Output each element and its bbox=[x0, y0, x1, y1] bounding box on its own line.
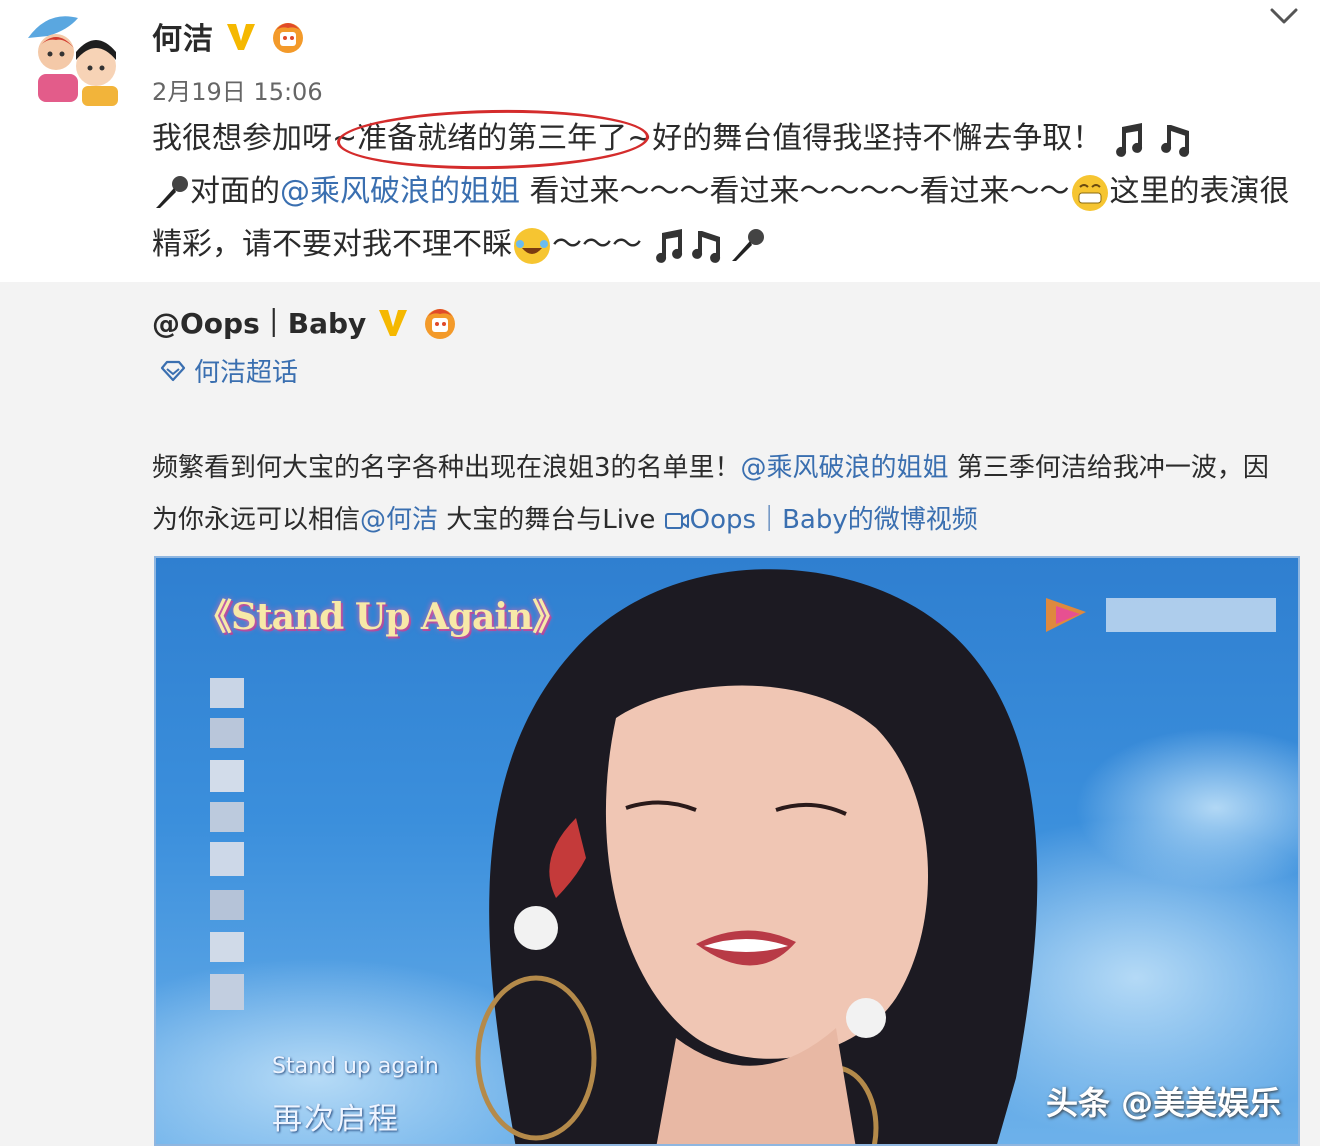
author-name[interactable]: 何洁 bbox=[152, 14, 214, 58]
circled-highlight: 准备就绪的第三年了 bbox=[357, 112, 627, 165]
microphone-icon bbox=[156, 175, 188, 208]
text-segment: 看过来～～～看过来～～～～看过来～～ bbox=[520, 174, 1070, 209]
text-segment: 大宝的舞台与Live bbox=[438, 505, 664, 535]
mention-link[interactable]: @乘风破浪的姐姐 bbox=[280, 174, 520, 209]
mention-link[interactable]: @何洁 bbox=[360, 505, 438, 535]
grin-emoji-icon bbox=[1071, 174, 1108, 211]
subtitle-chinese: 再次启程 bbox=[272, 1102, 400, 1137]
music-notes-icon bbox=[1161, 124, 1190, 157]
repost-author-name[interactable]: @Oops｜Baby bbox=[152, 302, 366, 342]
super-topic-label: 何洁超话 bbox=[194, 358, 299, 388]
fan-medal-icon bbox=[273, 23, 303, 53]
microphone-icon bbox=[731, 228, 764, 261]
super-topic-link[interactable]: 何洁超话 bbox=[160, 352, 298, 389]
mention-link[interactable]: @乘风破浪的姐姐 bbox=[741, 453, 949, 483]
fan-medal-icon bbox=[425, 309, 456, 339]
text-segment: ~好的舞台值得我坚持不懈去争取！ bbox=[627, 121, 1103, 156]
watermark: 头条 @美美娱乐 bbox=[1046, 1084, 1282, 1122]
repost-text: 频繁看到何大宝的名字各种出现在浪姐3的名单里！@乘风破浪的姐姐 第三季何洁给我冲… bbox=[152, 442, 1272, 546]
music-note-icon bbox=[1115, 122, 1142, 157]
author-row: 何洁 bbox=[152, 14, 308, 58]
weibo-post: 何洁 2月19日 15:06 我很想参加呀~准备就绪的第三年了~好的舞台值得我坚… bbox=[0, 0, 1320, 282]
video-title: 《Stand Up Again》 bbox=[196, 596, 568, 638]
laugh-cry-emoji-icon bbox=[514, 227, 550, 264]
subtitle-english: Stand up again bbox=[272, 1054, 439, 1079]
diamond-icon bbox=[160, 360, 186, 381]
chevron-down-icon[interactable] bbox=[1266, 4, 1302, 28]
video-icon bbox=[664, 512, 689, 529]
text-segment: 我很想参加呀~ bbox=[152, 121, 358, 156]
post-timestamp[interactable]: 2月19日 15:06 bbox=[152, 72, 323, 107]
repost-author-row: @Oops｜Baby bbox=[152, 302, 460, 342]
video-link-label: Oops｜Baby的微博视频 bbox=[689, 505, 978, 535]
music-notes-icon bbox=[691, 230, 720, 263]
weibo-video-link[interactable]: Oops｜Baby的微博视频 bbox=[664, 505, 978, 535]
verified-v-icon bbox=[379, 310, 408, 336]
avatar[interactable] bbox=[18, 8, 130, 112]
text-segment: 频繁看到何大宝的名字各种出现在浪姐3的名单里！ bbox=[152, 453, 741, 483]
verified-v-icon bbox=[227, 24, 255, 50]
music-note-icon bbox=[655, 228, 682, 263]
blurred-mosaic bbox=[210, 678, 244, 1010]
post-text: 我很想参加呀~准备就绪的第三年了~好的舞台值得我坚持不懈去争取！ 对面的@乘风破… bbox=[152, 112, 1292, 271]
video-player[interactable]: 《Stand Up Again》 Stand up again 再次启程 头条 … bbox=[154, 556, 1300, 1146]
text-segment: ～～～ bbox=[552, 227, 642, 262]
quoted-post: @Oops｜Baby 何洁超话 频繁看到何大宝的名字各种出现在浪姐3的名单里！@… bbox=[0, 282, 1320, 1146]
text-segment: 对面的 bbox=[190, 174, 280, 209]
channel-logo-icon bbox=[1046, 598, 1276, 632]
